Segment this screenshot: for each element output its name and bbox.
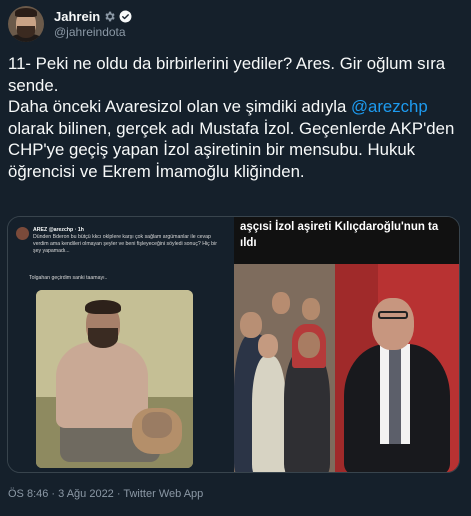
tweet-text: 11- Peki ne oldu da birbirlerini yediler…	[8, 53, 466, 182]
avatar[interactable]	[8, 6, 44, 42]
handle[interactable]: @jahreindota	[54, 25, 132, 39]
tweet-meta[interactable]: ÖS 8:46 · 3 Ağu 2022 · Twitter Web App	[8, 488, 203, 500]
embedded-avatar	[16, 227, 29, 240]
embedded-text: Dünden Bderon bu bütçü kkcı oklplere kar…	[33, 234, 217, 254]
embedded-text-block: AREZ @arezchp · 1h Dünden Bderon bu bütç…	[33, 227, 223, 255]
verified-badge-icon	[119, 10, 132, 23]
embedded-tweet: AREZ @arezchp · 1h Dünden Bderon bu bütç…	[16, 227, 223, 255]
media-image-news[interactable]: aşçısi İzol aşireti Kılıçdaroğlu'nun ta …	[234, 217, 459, 472]
gear-icon	[105, 11, 115, 22]
author-info: Jahrein @jahreindota	[54, 9, 132, 39]
news-photo	[234, 264, 459, 472]
news-headline: aşçısi İzol aşireti Kılıçdaroğlu'nun ta …	[234, 217, 459, 264]
name-row: Jahrein	[54, 9, 132, 24]
embedded-photo	[36, 290, 193, 468]
embedded-text-2: Tolgahan geçirdim sanki taamayı..	[29, 275, 108, 281]
media-image-screenshot[interactable]: AREZ @arezchp · 1h Dünden Bderon bu bütç…	[8, 217, 234, 472]
mention-link[interactable]: @arezchp	[351, 97, 428, 116]
tweet-header: Jahrein @jahreindota	[8, 4, 132, 44]
embedded-user: AREZ @arezchp · 1h	[33, 227, 84, 233]
display-name[interactable]: Jahrein	[54, 9, 100, 24]
media-grid: AREZ @arezchp · 1h Dünden Bderon bu bütç…	[7, 216, 460, 473]
